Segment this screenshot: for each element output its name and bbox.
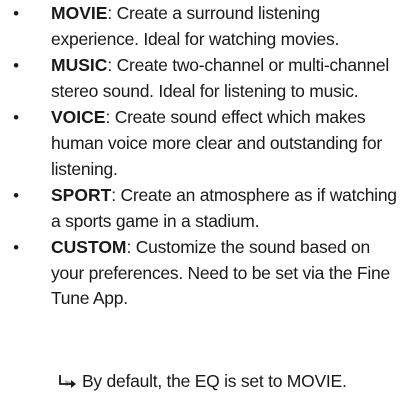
mode-item-movie: • MOVIE: Create a surround listening exp… [0, 1, 402, 53]
note-text: By default, the EQ is set to MOVIE. [82, 371, 347, 391]
bullet: • [13, 55, 19, 75]
mode-name: VOICE [51, 106, 106, 127]
mode-name: MUSIC [51, 54, 108, 75]
mode-name: CUSTOM [51, 236, 127, 257]
return-arrow-icon [58, 370, 78, 395]
mode-item-custom: • CUSTOM: Customize the sound based on y… [0, 235, 402, 312]
bullet: • [13, 237, 19, 257]
mode-item-voice: • VOICE: Create sound effect which makes… [0, 105, 402, 182]
default-eq-note: By default, the EQ is set to MOVIE. [58, 369, 347, 395]
bullet: • [13, 185, 19, 205]
bullet: • [13, 107, 19, 127]
mode-item-music: • MUSIC: Create two-channel or multi-cha… [0, 53, 402, 105]
bullet: • [13, 4, 19, 23]
mode-item-sport: • SPORT: Create an atmosphere as if watc… [0, 183, 402, 235]
mode-name: MOVIE [51, 3, 108, 23]
sound-mode-list: • MOVIE: Create a surround listening exp… [0, 1, 402, 313]
mode-name: SPORT [51, 184, 112, 205]
